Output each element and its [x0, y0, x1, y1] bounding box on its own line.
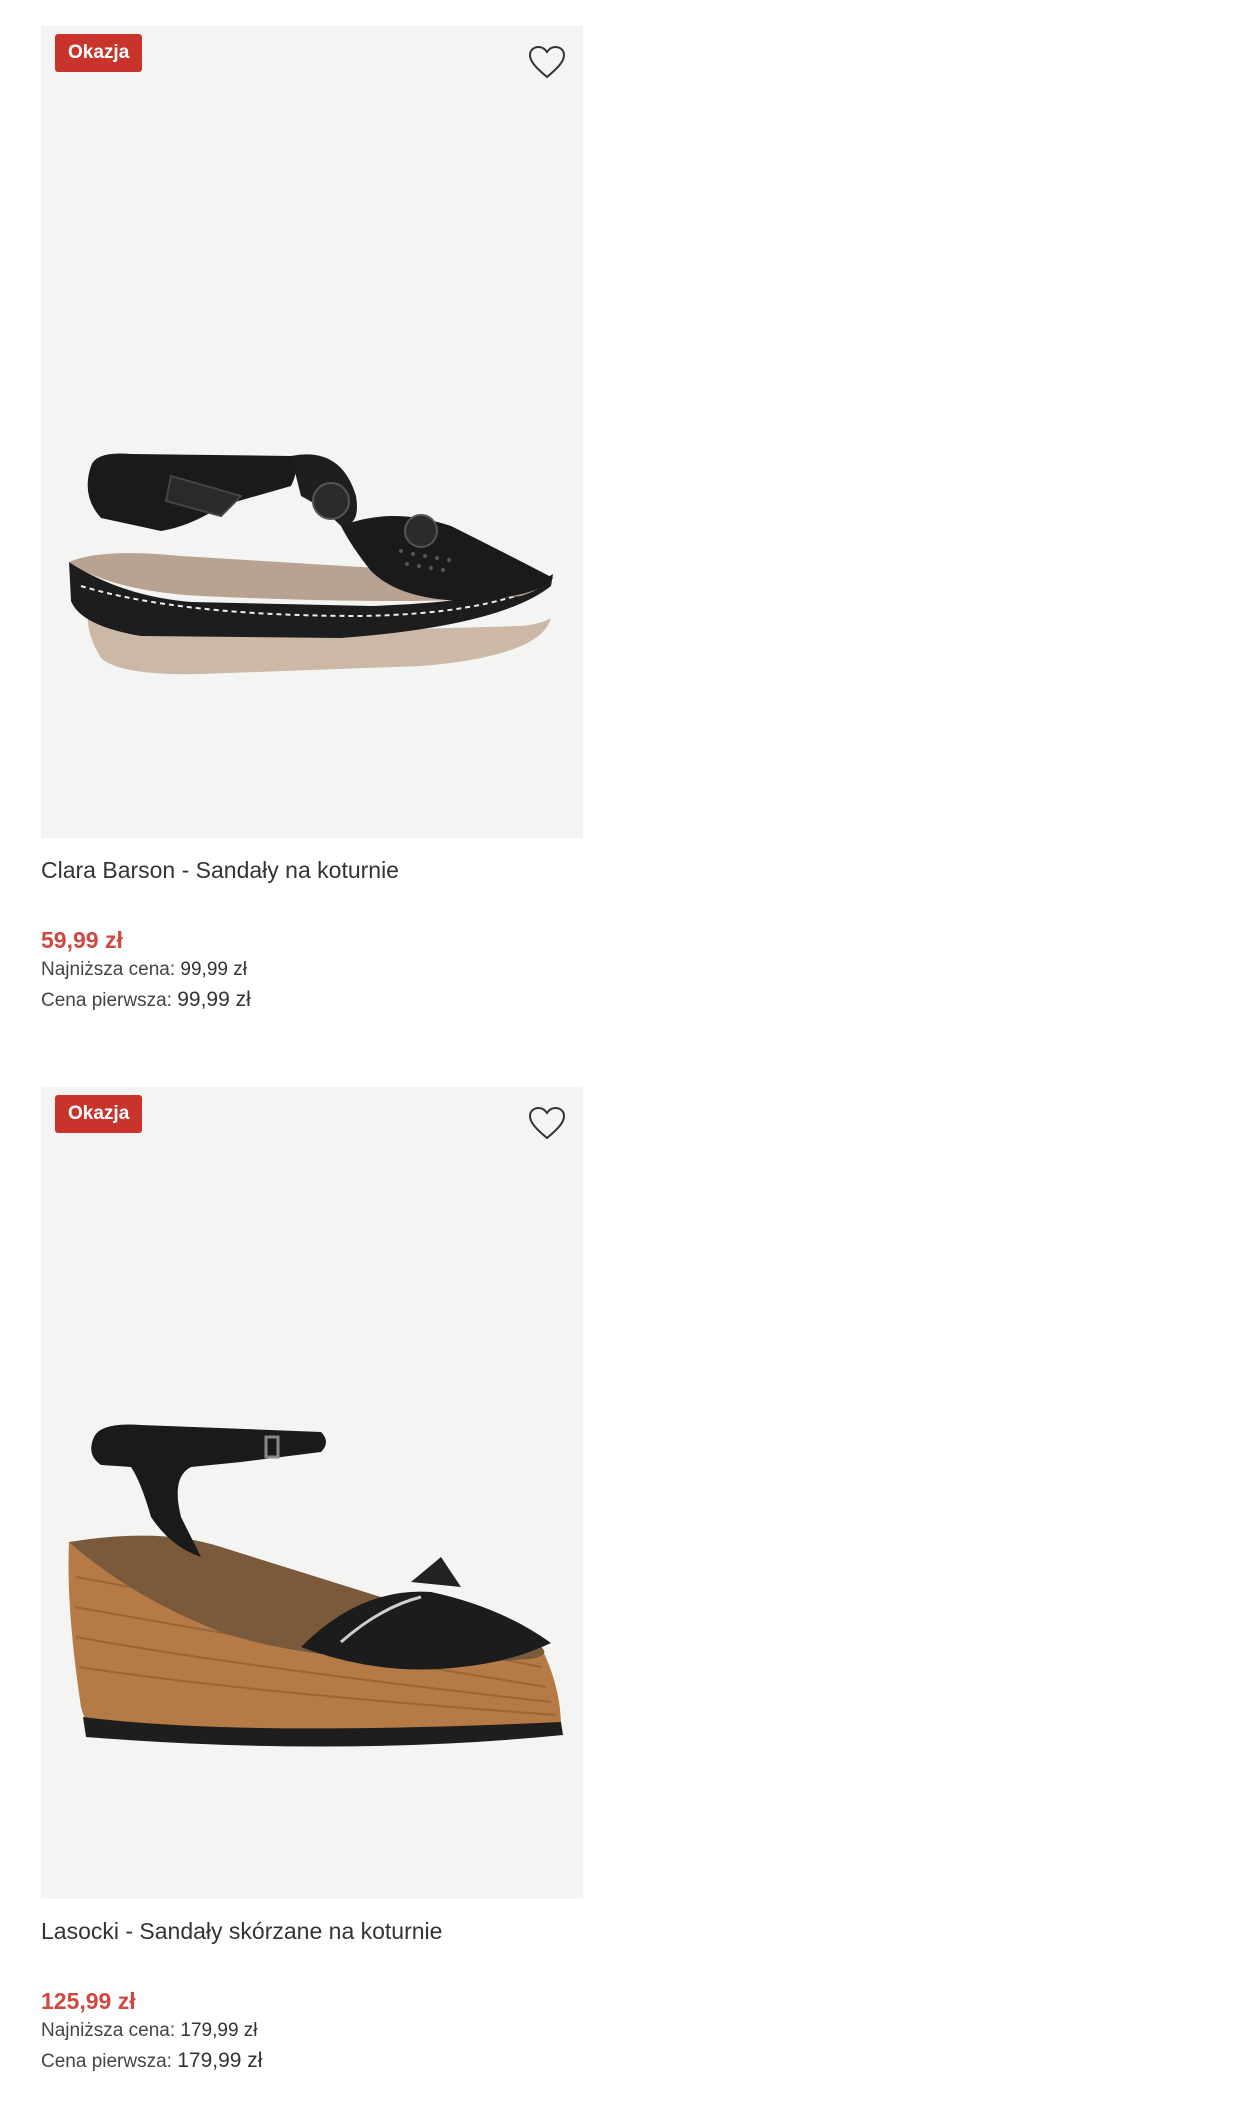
product-image[interactable]	[41, 1087, 583, 1899]
product-price: 125,99 zł	[41, 1988, 136, 2014]
lowest-price-row: Najniższa cena: 99,99 zł	[41, 955, 583, 985]
lowest-price-value: 179,99 zł	[180, 2020, 258, 2041]
original-price-row: Cena pierwsza: 179,99 zł	[41, 2046, 583, 2077]
lowest-price-row: Najniższa cena: 179,99 zł	[41, 2016, 583, 2046]
original-price-label: Cena pierwsza:	[41, 990, 172, 1011]
original-price-row: Cena pierwsza: 99,99 zł	[41, 985, 583, 1016]
original-price-label: Cena pierwsza:	[41, 2051, 172, 2072]
product-title[interactable]: Lasocki - Sandały skórzane na koturnie	[41, 1916, 583, 1946]
lowest-price-label: Najniższa cena:	[41, 959, 176, 980]
heart-outline-icon[interactable]	[527, 1105, 567, 1141]
sale-badge: Okazja	[55, 34, 143, 72]
heart-outline-icon[interactable]	[527, 44, 567, 80]
product-card[interactable]: Okazja Clara Barson - Sandały na koturni…	[41, 26, 583, 1016]
product-image-area[interactable]: Okazja	[41, 26, 583, 838]
original-price-value: 99,99 zł	[177, 988, 251, 1011]
lowest-price-label: Najniższa cena:	[41, 2020, 176, 2041]
product-card[interactable]: Okazja Lasocki - Sandały skórzane na kot…	[41, 1087, 583, 2077]
sale-badge: Okazja	[55, 1095, 143, 1133]
product-image[interactable]	[41, 26, 583, 838]
product-price: 59,99 zł	[41, 927, 123, 953]
product-title[interactable]: Clara Barson - Sandały na koturnie	[41, 855, 583, 885]
product-image-area[interactable]: Okazja	[41, 1087, 583, 1899]
original-price-value: 179,99 zł	[177, 2049, 263, 2072]
lowest-price-value: 99,99 zł	[180, 959, 247, 980]
